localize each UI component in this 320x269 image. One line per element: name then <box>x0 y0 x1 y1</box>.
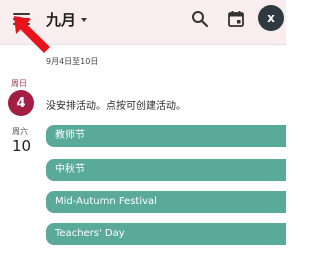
weekday-label-sunday: 周日 <box>11 79 27 88</box>
account-avatar[interactable]: x <box>258 5 284 31</box>
event-chip[interactable]: 中秋节 <box>46 159 286 181</box>
search-icon[interactable] <box>190 9 210 29</box>
no-events-message[interactable]: 没安排活动。点按可创建活动。 <box>46 97 186 112</box>
red-arrow-annotation-icon <box>14 16 50 53</box>
weekday-label-saturday: 周六 <box>12 127 28 136</box>
today-date-badge[interactable]: 4 <box>8 90 34 116</box>
week-range-label: 9月4日至10日 <box>46 57 99 66</box>
calendar-today-icon[interactable] <box>226 9 246 29</box>
chevron-down-icon <box>81 18 88 22</box>
event-chip[interactable]: 教师节 <box>46 125 286 147</box>
event-chip[interactable]: Teachers' Day <box>46 223 286 245</box>
event-chip[interactable]: Mid-Autumn Festival <box>46 191 286 213</box>
date-number-saturday[interactable]: 10 <box>12 137 31 155</box>
